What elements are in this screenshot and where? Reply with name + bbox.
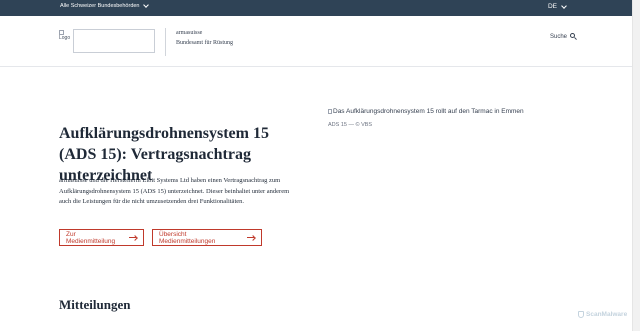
logo-link[interactable]: Logo [59,30,72,44]
top-bar: Alle Schweizer Bundesbehörden DE [0,0,632,16]
site-header: Logo armasuisse Bundesamt für Rüstung Su… [0,16,632,67]
lead-paragraph: armasuisse und die Herstellerin Elbit Sy… [59,177,290,205]
section-title: Mitteilungen [59,297,131,312]
search-icon [570,33,577,40]
broken-image-icon [328,109,332,114]
hero-image: Das Aufklärungsdrohnensystem 15 rollt au… [328,108,524,115]
arrow-right-icon [247,234,256,241]
hero-image-alt: Das Aufklärungsdrohnensystem 15 rollt au… [333,108,524,115]
language-selector[interactable]: DE [547,2,567,10]
scrollbar[interactable] [632,0,640,331]
org-name: armasuisse [176,30,203,36]
federal-authorities-label: Alle Schweizer Bundesbehörden [60,3,140,9]
press-releases-overview-button[interactable]: Übersicht Medienmitteilungen [152,229,262,246]
chevron-down-icon [561,2,567,9]
org-subtitle: Bundesamt für Rüstung [176,40,233,46]
organisation-name: armasuisse Bundesamt für Rüstung [176,28,233,48]
logo-alt-text: Logo [59,35,71,41]
logo-image-placeholder[interactable] [73,29,155,53]
image-caption: ADS 15 — © VBS [328,122,373,128]
watermark: ScanMalware [578,311,627,318]
federal-authorities-dropdown[interactable]: Alle Schweizer Bundesbehörden [60,2,149,9]
shield-icon [578,311,584,318]
header-divider [165,28,166,56]
search-label: Suche [550,33,568,40]
overview-label: Übersicht Medienmitteilungen [159,230,216,245]
language-label: DE [547,3,557,10]
watermark-text: ScanMalware [586,311,628,318]
press-release-button[interactable]: Zur Medienmitteilung [59,229,144,246]
search-button[interactable]: Suche [550,33,577,40]
chevron-down-icon [142,2,149,8]
arrow-right-icon [129,234,138,241]
press-release-label: Zur Medienmitteilung [66,230,116,245]
